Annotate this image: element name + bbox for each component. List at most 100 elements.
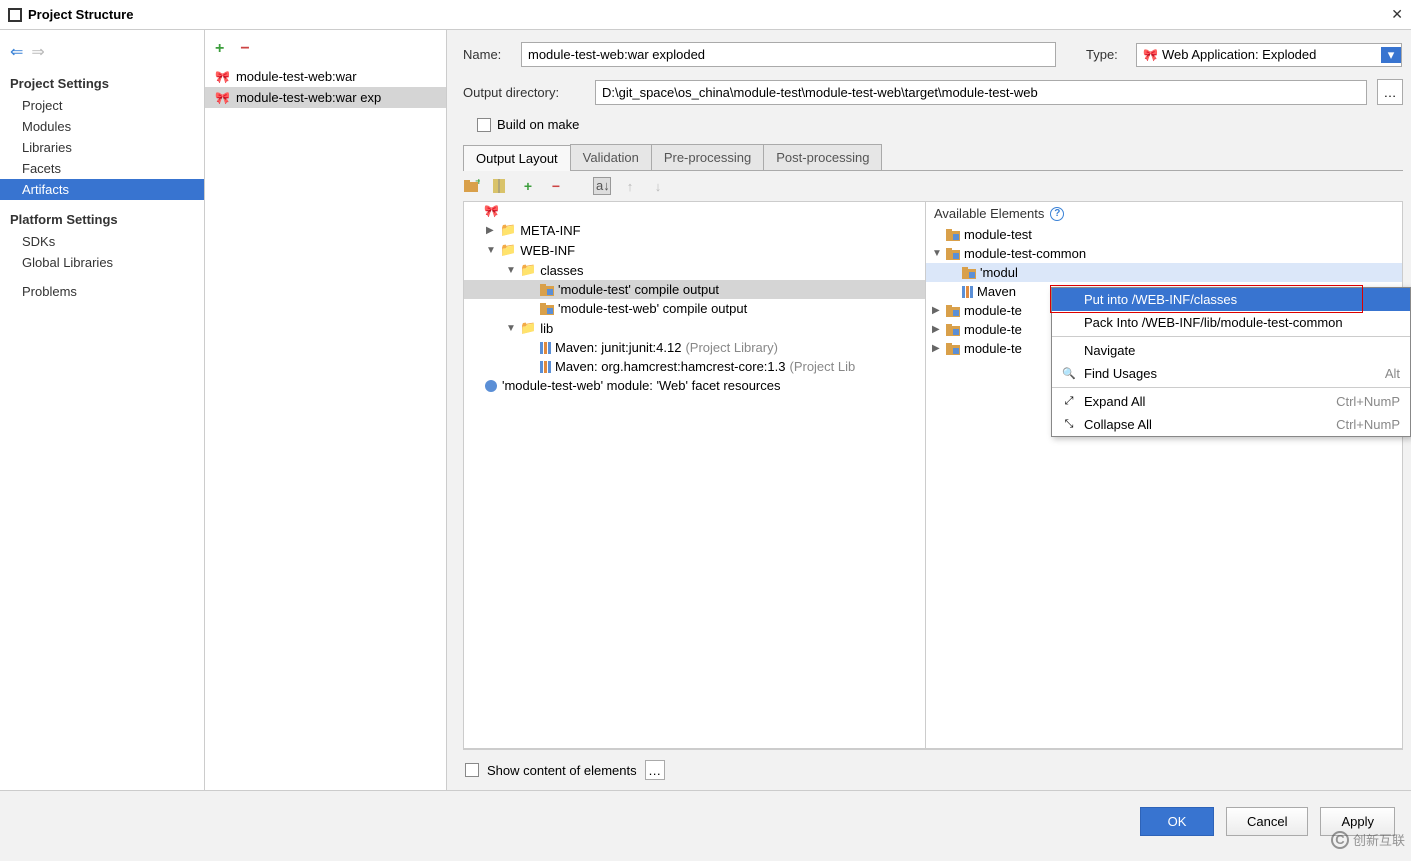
artifact-icon: 🎀 [215,70,230,84]
nav-back-icon[interactable]: ⇐ [10,42,23,62]
artifact-item[interactable]: 🎀module-test-web:war [205,66,446,87]
chevron-down-icon: ▾ [1381,47,1401,63]
show-content-config-button[interactable]: … [645,760,665,780]
dialog-button-bar: OK Cancel Apply [0,790,1411,852]
sidebar-item-modules[interactable]: Modules [0,116,204,137]
artifact-icon: 🎀 [215,91,230,105]
tree-row[interactable]: 'module-test-web' compile output [464,299,925,318]
tree-row[interactable]: ▼📁classes [464,260,925,280]
expand-all-icon: ⤢ [1062,395,1076,409]
menu-item[interactable]: Navigate [1052,339,1410,362]
menu-separator [1052,336,1410,337]
expander-icon[interactable]: ▶ [932,305,942,316]
expander-icon[interactable]: ▼ [486,245,496,256]
available-elements-panel[interactable]: Available Elements ? module-test▼module-… [925,201,1403,749]
build-on-make-label: Build on make [497,117,579,132]
artifact-list: + − 🎀module-test-web:war🎀module-test-web… [205,30,447,790]
expander-icon[interactable]: ▼ [506,265,516,276]
checkbox-icon [477,118,491,132]
output-tree[interactable]: 🎀▶📁META-INF▼📁WEB-INF▼📁classes'module-tes… [463,201,925,749]
tab-validation[interactable]: Validation [570,144,652,170]
expander-icon[interactable]: ▶ [932,324,942,335]
menu-item[interactable]: Put into /WEB-INF/classes [1052,288,1410,311]
watermark: C 创新互联 [1331,830,1405,849]
available-element-row[interactable]: ▼module-test-common [926,244,1402,263]
menu-separator [1052,387,1410,388]
menu-item[interactable]: ⤡Collapse AllCtrl+NumP [1052,413,1410,436]
title-bar: Project Structure ✕ [0,0,1411,30]
sidebar-item-global-libraries[interactable]: Global Libraries [0,252,204,273]
artifact-item[interactable]: 🎀module-test-web:war exp [205,87,446,108]
sidebar-item-problems[interactable]: Problems [0,281,204,302]
sidebar-item-libraries[interactable]: Libraries [0,137,204,158]
output-root-icon: 🎀 [484,204,499,218]
remove-artifact-button[interactable]: − [240,40,249,58]
library-icon [540,342,551,354]
show-content-checkbox[interactable] [465,763,479,777]
cancel-button[interactable]: Cancel [1226,807,1308,836]
tree-row[interactable]: 🎀 [464,202,925,220]
library-icon [540,361,551,373]
sidebar-item-project[interactable]: Project [0,95,204,116]
name-label: Name: [463,47,511,62]
sidebar-item-sdks[interactable]: SDKs [0,231,204,252]
available-element-row[interactable]: 'modul [926,263,1402,282]
menu-item[interactable]: 🔍Find UsagesAlt [1052,362,1410,385]
tree-row[interactable]: ▶📁META-INF [464,220,925,240]
svg-text:+: + [475,179,480,188]
nav-forward-icon[interactable]: ⇒ [31,42,44,62]
add-element-button[interactable]: + [519,177,537,195]
outdir-input[interactable] [595,80,1367,105]
help-icon[interactable]: ? [1050,207,1064,221]
module-folder-icon [540,303,554,315]
tab-pre-processing[interactable]: Pre-processing [651,144,764,170]
type-icon: 🎀 [1143,48,1158,62]
remove-element-button[interactable]: − [547,177,565,195]
folder-icon: 📁 [500,242,516,258]
expander-icon[interactable]: ▼ [932,248,942,259]
shortcut-label: Ctrl+NumP [1336,394,1400,409]
library-icon [962,286,973,298]
tab-post-processing[interactable]: Post-processing [763,144,882,170]
ok-button[interactable]: OK [1140,807,1214,836]
tree-row[interactable]: Maven: org.hamcrest:hamcrest-core:1.3 (P… [464,357,925,376]
tree-row[interactable]: 'module-test' compile output [464,280,925,299]
sidebar-item-artifacts[interactable]: Artifacts [0,179,204,200]
search-icon: 🔍 [1062,367,1076,381]
move-down-icon[interactable]: ↓ [649,177,667,195]
tree-row[interactable]: ▼📁WEB-INF [464,240,925,260]
new-folder-icon[interactable]: + [463,177,481,195]
name-input[interactable] [521,42,1056,67]
menu-item[interactable]: Pack Into /WEB-INF/lib/module-test-commo… [1052,311,1410,334]
sidebar-section-header: Platform Settings [0,208,204,231]
module-folder-icon [946,305,960,317]
expander-icon[interactable]: ▶ [486,225,496,236]
context-menu: Put into /WEB-INF/classesPack Into /WEB-… [1051,287,1411,437]
type-select[interactable]: 🎀 Web Application: Exploded ▾ [1136,43,1402,67]
folder-icon: 📁 [500,222,516,238]
module-folder-icon [946,248,960,260]
move-up-icon[interactable]: ↑ [621,177,639,195]
module-folder-icon [946,324,960,336]
module-folder-icon [946,229,960,241]
expander-icon[interactable]: ▶ [932,343,942,354]
type-value: Web Application: Exploded [1162,47,1316,62]
available-element-row[interactable]: module-test [926,225,1402,244]
close-icon[interactable]: ✕ [1391,6,1403,23]
tree-row[interactable]: ▼📁lib [464,318,925,338]
browse-outdir-button[interactable]: … [1377,79,1403,105]
tree-row[interactable]: Maven: junit:junit:4.12 (Project Library… [464,338,925,357]
sidebar-item-facets[interactable]: Facets [0,158,204,179]
module-folder-icon [962,267,976,279]
menu-item[interactable]: ⤢Expand AllCtrl+NumP [1052,390,1410,413]
type-label: Type: [1086,47,1126,62]
expander-icon[interactable]: ▼ [506,323,516,334]
build-on-make-checkbox[interactable]: Build on make [463,117,1403,132]
sidebar-section-header: Project Settings [0,72,204,95]
tree-row[interactable]: 'module-test-web' module: 'Web' facet re… [464,376,925,395]
web-facet-icon [484,379,498,393]
tab-output-layout[interactable]: Output Layout [463,145,571,171]
new-archive-icon[interactable] [491,177,509,195]
add-artifact-button[interactable]: + [215,40,224,58]
sort-icon[interactable]: a↓ [593,177,611,195]
